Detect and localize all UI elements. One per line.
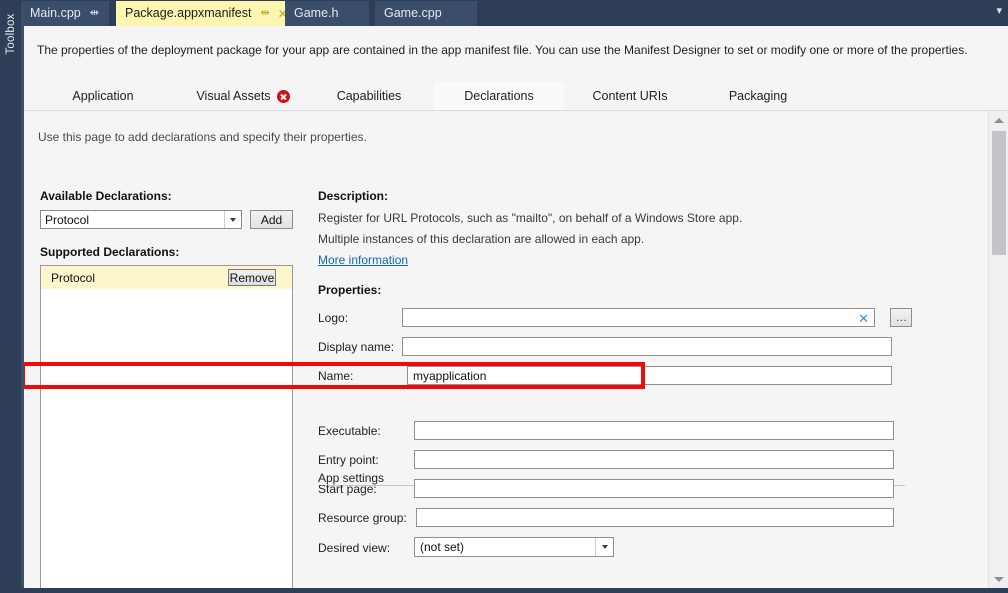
available-declarations-combobox[interactable]: Protocol [40, 210, 242, 229]
desired-view-label: Desired view: [318, 541, 391, 555]
logo-input[interactable]: ✕ [402, 308, 875, 327]
pin-icon[interactable]: ⇹ [90, 8, 99, 19]
name-label: Name: [318, 369, 354, 383]
executable-label: Executable: [318, 424, 381, 438]
name-input[interactable]: myapplication [407, 366, 892, 385]
supported-declarations-list[interactable]: Protocol Remove [40, 265, 293, 588]
executable-input[interactable] [414, 421, 894, 440]
name-input-value: myapplication [413, 368, 487, 383]
visual-studio-window: Toolbox Main.cpp ⇹ Package.appxmanifest … [0, 0, 1008, 593]
description-line: Register for URL Protocols, such as "mai… [318, 211, 743, 225]
editor-tab-label: Package.appxmanifest [125, 6, 252, 21]
app-settings-group-label: App settings [318, 471, 391, 485]
supported-declarations-label: Supported Declarations: [40, 245, 180, 259]
tab-packaging[interactable]: Packaging [702, 82, 814, 110]
tab-label: Application [72, 89, 134, 103]
toolbox-label[interactable]: Toolbox [5, 0, 17, 69]
desired-view-value: (not set) [420, 540, 465, 554]
editor-tab-package-appxmanifest[interactable]: Package.appxmanifest ⇹ ✕ [116, 1, 288, 26]
desired-view-select[interactable]: (not set) [414, 537, 614, 557]
tab-strip-filler [477, 1, 1008, 26]
description-label: Description: [318, 189, 389, 203]
tab-content-uris[interactable]: Content URIs [572, 82, 688, 110]
properties-label: Properties: [318, 283, 382, 297]
editor-tab-label: Game.h [294, 6, 339, 21]
chevron-down-icon[interactable] [224, 211, 241, 228]
scrollbar-thumb[interactable] [992, 131, 1006, 255]
tab-label: Content URIs [592, 89, 668, 103]
editor-tab-game-cpp[interactable]: Game.cpp [375, 1, 477, 26]
display-name-input[interactable] [402, 337, 892, 356]
scroll-up-button[interactable] [989, 111, 1008, 129]
available-declarations-label: Available Declarations: [40, 189, 172, 203]
declarations-page: Use this page to add declarations and sp… [24, 111, 988, 588]
toolbox-strip[interactable]: Toolbox [0, 0, 21, 593]
remove-declaration-button[interactable]: Remove [228, 269, 276, 286]
editor-tab-game-h[interactable]: Game.h [285, 1, 369, 26]
add-declaration-button[interactable]: Add [250, 210, 293, 229]
tab-label: Capabilities [336, 89, 402, 103]
logo-browse-button[interactable]: ... [890, 308, 912, 327]
tab-visual-assets[interactable]: Visual Assets [180, 82, 306, 110]
start-page-input[interactable] [414, 479, 894, 498]
editor-tab-label: Main.cpp [30, 6, 81, 21]
list-item-label: Protocol [51, 270, 96, 285]
display-name-label: Display name: [318, 340, 395, 354]
tab-label: Visual Assets [196, 89, 271, 103]
designer-page-tabs: Application Visual Assets Capabilities D… [24, 82, 1008, 110]
more-information-link[interactable]: More information [318, 253, 408, 267]
logo-label: Logo: [318, 311, 349, 325]
editor-tab-strip: Main.cpp ⇹ Package.appxmanifest ⇹ ✕ Game… [21, 0, 1008, 26]
description-line: Multiple instances of this declaration a… [318, 232, 645, 246]
entry-point-input[interactable] [414, 450, 894, 469]
resource-group-label: Resource group: [318, 511, 407, 525]
editor-tab-label: Game.cpp [384, 6, 442, 21]
entry-point-label: Entry point: [318, 453, 379, 467]
clear-icon[interactable]: ✕ [858, 312, 869, 325]
vertical-scrollbar[interactable] [988, 111, 1008, 588]
tab-label: Declarations [464, 89, 534, 103]
tab-declarations[interactable]: Declarations [434, 82, 564, 110]
tab-application[interactable]: Application [48, 82, 158, 110]
tab-label: Packaging [728, 89, 788, 103]
designer-info-bar: The properties of the deployment package… [24, 26, 1008, 74]
info-bar-text: The properties of the deployment package… [37, 43, 968, 57]
editor-tab-main-cpp[interactable]: Main.cpp ⇹ [21, 1, 109, 26]
resource-group-input[interactable] [416, 508, 894, 527]
combobox-value: Protocol [45, 212, 90, 227]
scroll-down-button[interactable] [989, 570, 1008, 588]
list-item[interactable]: Protocol Remove [41, 266, 292, 289]
tab-capabilities[interactable]: Capabilities [314, 82, 424, 110]
chevron-down-icon[interactable]: ▾ [996, 6, 1002, 17]
page-subtitle: Use this page to add declarations and sp… [38, 130, 367, 144]
manifest-designer: The properties of the deployment package… [21, 26, 1008, 588]
window-bottom-chrome [0, 588, 1008, 593]
chevron-down-icon[interactable] [595, 538, 613, 556]
error-circle-x-icon [276, 89, 290, 103]
pin-icon[interactable]: ⇹ [260, 8, 269, 19]
